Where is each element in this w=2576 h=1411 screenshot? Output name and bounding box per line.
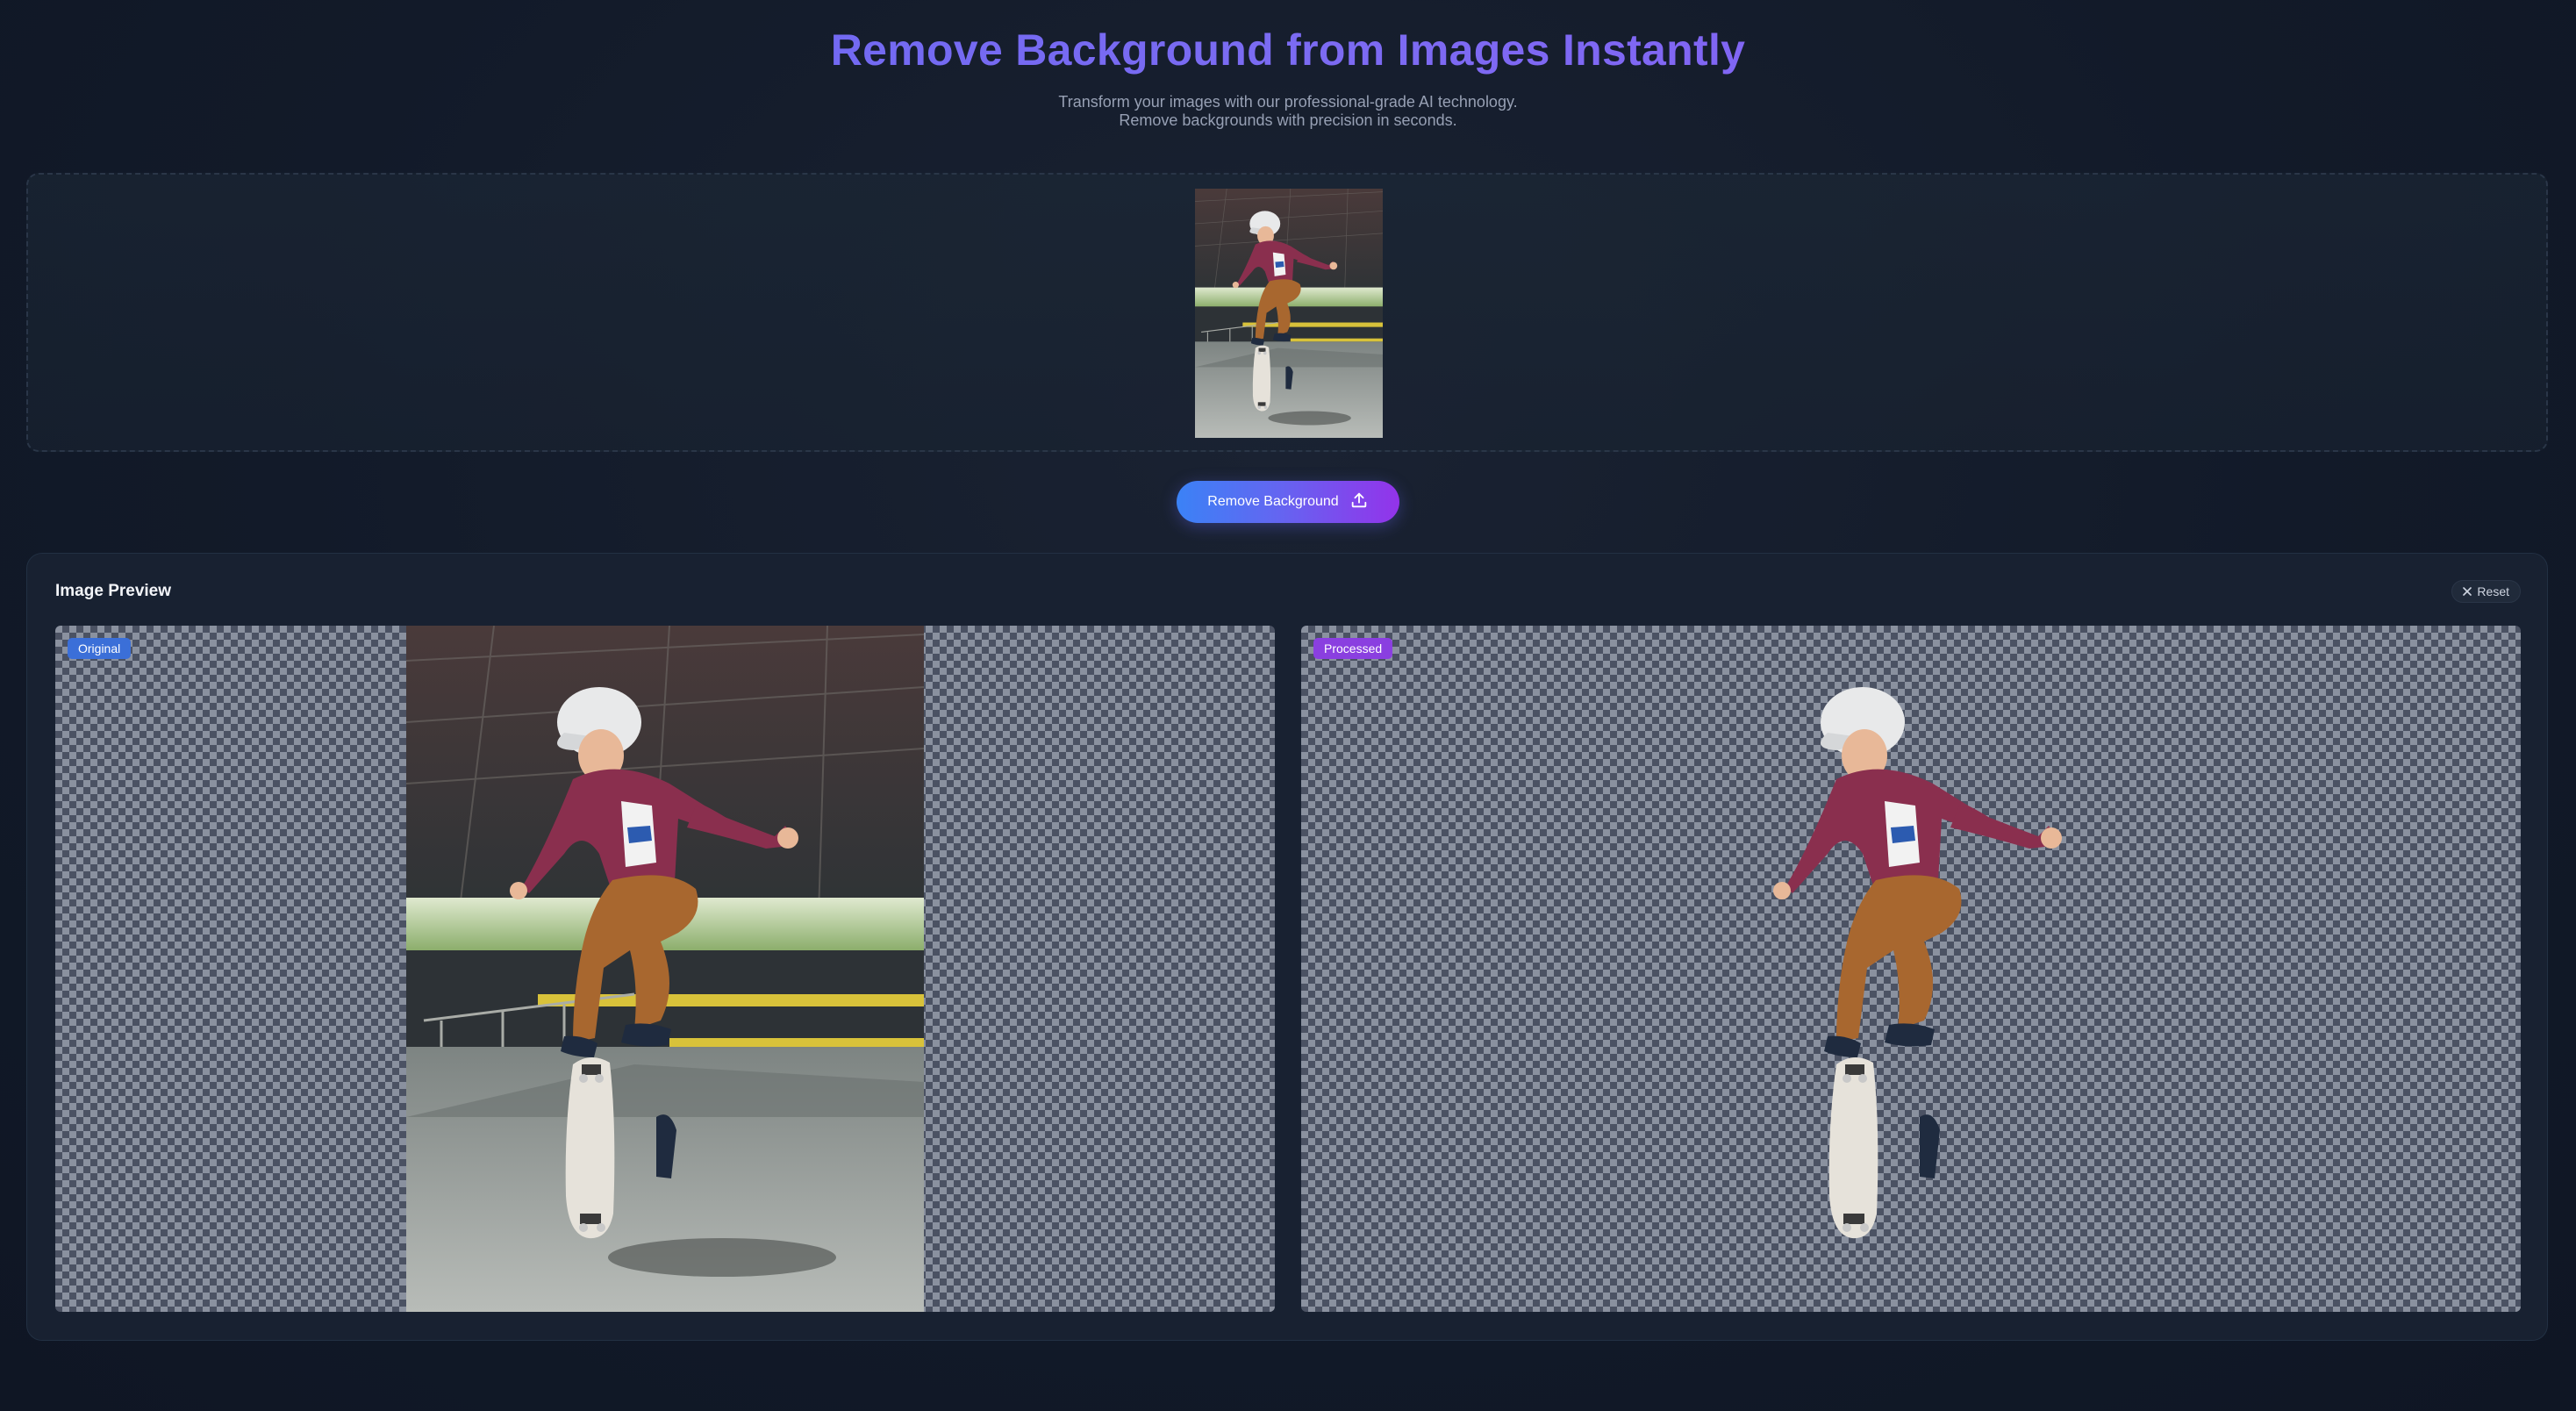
upload-icon [1349, 491, 1369, 514]
original-photo [406, 626, 924, 1312]
processed-cutout [1670, 652, 2161, 1284]
image-preview-card: Image Preview Reset Original Processed [26, 553, 2548, 1341]
reset-button[interactable]: Reset [2451, 580, 2521, 603]
processed-image-pane: Processed [1301, 626, 2521, 1312]
subtitle-line-1: Transform your images with our professio… [1058, 93, 1518, 111]
preview-title: Image Preview [55, 582, 172, 600]
close-icon [2463, 584, 2472, 598]
uploaded-image-thumbnail[interactable] [1195, 189, 1383, 438]
remove-background-label: Remove Background [1207, 494, 1339, 509]
original-image-pane: Original [55, 626, 1275, 1312]
thumbnail-photo [1195, 189, 1383, 438]
processed-badge: Processed [1313, 638, 1393, 659]
subtitle-line-2: Remove backgrounds with precision in sec… [1119, 111, 1457, 129]
upload-dropzone[interactable] [26, 173, 2548, 452]
page-subtitle: Transform your images with our professio… [0, 93, 2576, 130]
reset-label: Reset [2477, 584, 2509, 598]
original-badge: Original [68, 638, 132, 659]
remove-background-button[interactable]: Remove Background [1177, 481, 1399, 523]
page-title: Remove Background from Images Instantly [0, 25, 2576, 75]
